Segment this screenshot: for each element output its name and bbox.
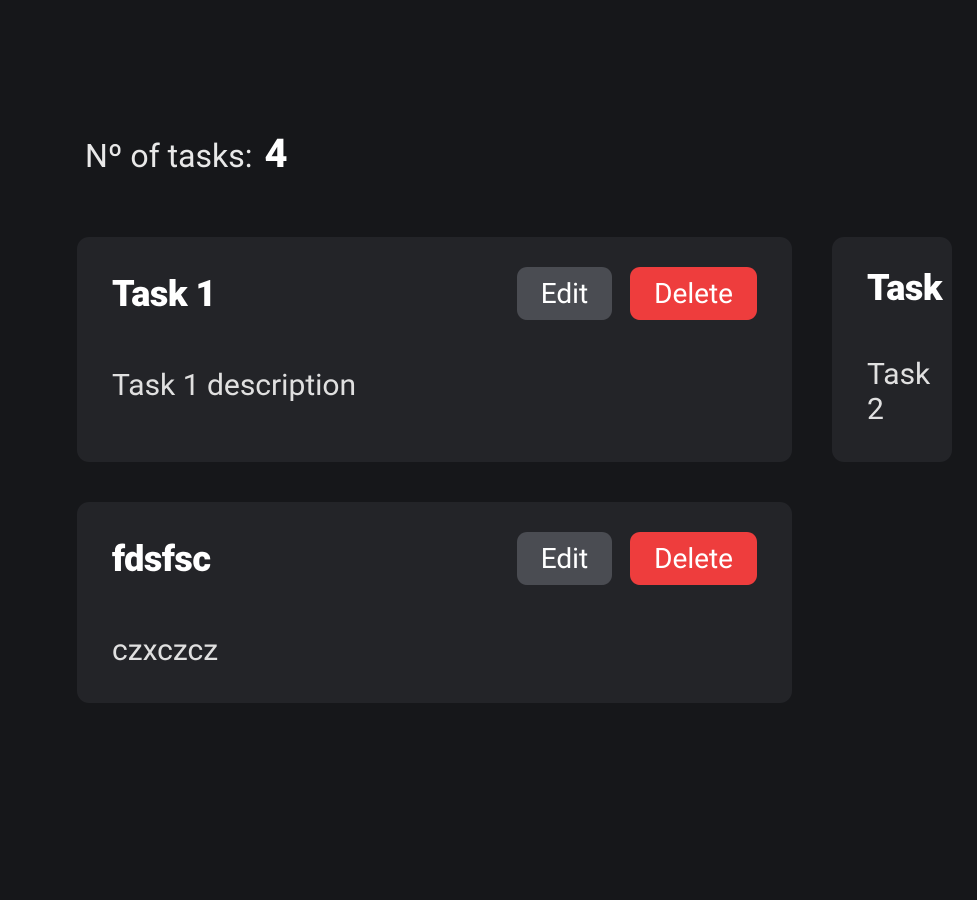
task-title: Task 1 xyxy=(112,273,216,315)
task-count-label: Nº of tasks: 4 xyxy=(85,130,977,177)
task-title: fdsfsc xyxy=(112,538,211,580)
task-card-header: Task 1 Edit Delete xyxy=(112,267,757,320)
task-title: Task xyxy=(867,267,942,309)
task-description: czxczcz xyxy=(112,633,757,668)
task-count-value: 4 xyxy=(264,130,287,177)
edit-button[interactable]: Edit xyxy=(517,532,612,585)
task-description: Task 2 xyxy=(867,357,917,427)
task-card: fdsfsc Edit Delete czxczcz xyxy=(77,502,792,703)
task-description: Task 1 description xyxy=(112,368,757,403)
task-card: Task Task 2 xyxy=(832,237,952,462)
task-card-header: fdsfsc Edit Delete xyxy=(112,532,757,585)
delete-button[interactable]: Delete xyxy=(630,532,757,585)
task-count-text: Nº of tasks: xyxy=(85,137,253,175)
delete-button[interactable]: Delete xyxy=(630,267,757,320)
edit-button[interactable]: Edit xyxy=(517,267,612,320)
task-actions: Edit Delete xyxy=(517,267,757,320)
task-grid: Task 1 Edit Delete Task 1 description Ta… xyxy=(77,237,977,703)
task-card-header: Task xyxy=(867,267,917,309)
task-card: Task 1 Edit Delete Task 1 description xyxy=(77,237,792,462)
task-actions: Edit Delete xyxy=(517,532,757,585)
